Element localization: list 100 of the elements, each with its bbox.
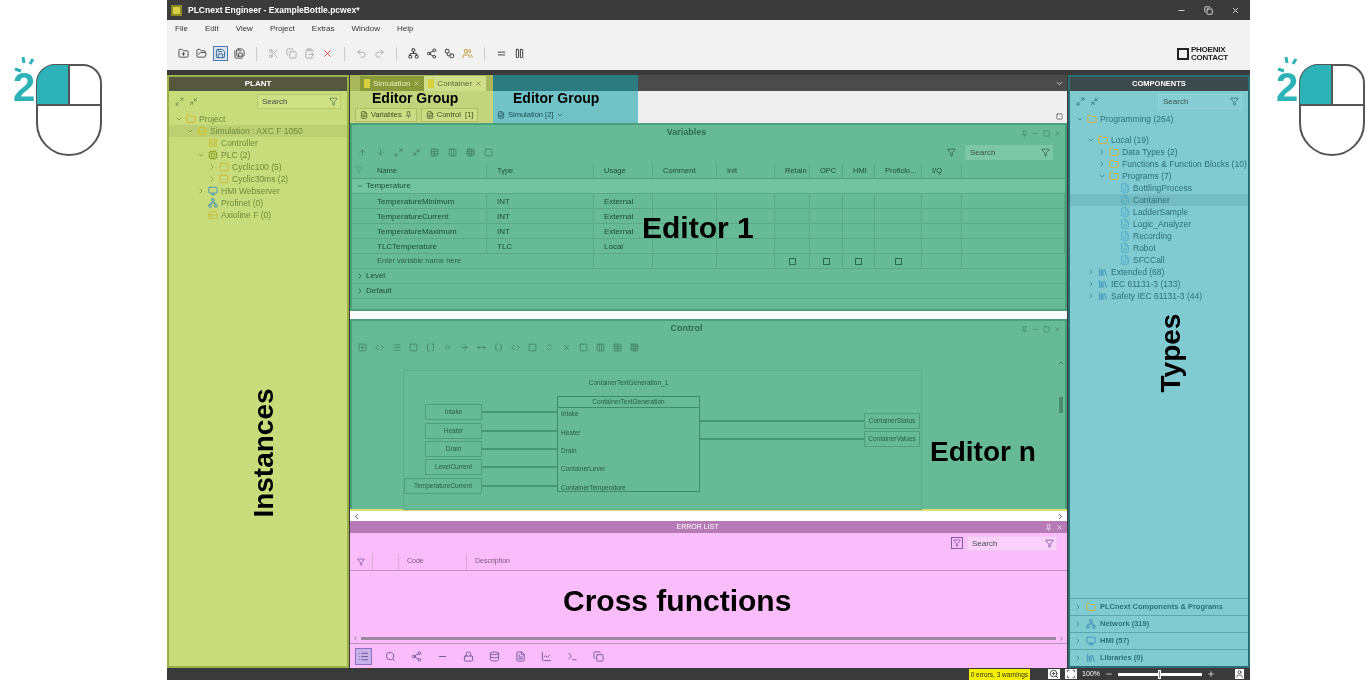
save-all-button[interactable]	[233, 47, 246, 60]
menu-item[interactable]: View	[235, 22, 253, 35]
arrow-down-icon[interactable]	[376, 147, 385, 157]
collapse-icon[interactable]	[412, 147, 421, 157]
menu-item[interactable]: Edit	[204, 22, 219, 35]
list-button[interactable]	[355, 647, 372, 665]
chevron-right-icon[interactable]	[1087, 268, 1095, 276]
copy-button[interactable]	[591, 648, 606, 664]
chevron-right-icon[interactable]	[1056, 511, 1065, 521]
tree-item[interactable]: Axioline F (0)	[169, 209, 347, 221]
group-row[interactable]: Level	[352, 269, 1065, 284]
code-icon[interactable]	[511, 342, 520, 352]
columns-icon[interactable]	[448, 147, 457, 157]
chevron-right-icon[interactable]	[356, 287, 364, 295]
menu-item[interactable]: File	[175, 22, 188, 35]
menu-item[interactable]: Extras	[311, 22, 335, 35]
network-button[interactable]	[407, 47, 420, 60]
tree-item[interactable]: Logic_Analyzer	[1070, 218, 1248, 230]
folder-open-button[interactable]	[195, 47, 208, 60]
filter-icon[interactable]	[1045, 538, 1054, 548]
filter-icon[interactable]	[1230, 96, 1239, 106]
tree-item[interactable]: Container	[1070, 194, 1248, 206]
lock-button[interactable]	[461, 648, 476, 664]
tree-item[interactable]: Recording	[1070, 230, 1248, 242]
grid-icon[interactable]	[630, 342, 639, 352]
tree-item[interactable]: Local (19)	[1070, 134, 1248, 146]
search-field[interactable]: Search	[965, 144, 1053, 160]
chevron-right-icon[interactable]	[1087, 292, 1095, 300]
folder-plus-button[interactable]	[177, 47, 190, 60]
cut-button[interactable]	[267, 47, 280, 60]
chevron-down-icon[interactable]	[1055, 79, 1064, 88]
tree-item[interactable]: Safety IEC 61131-3 (44)	[1070, 290, 1248, 302]
table-icon[interactable]	[430, 147, 439, 157]
move-horizontal-icon[interactable]	[477, 342, 486, 352]
tree-item[interactable]: Controller	[169, 137, 347, 149]
tree-item[interactable]: Project	[169, 113, 347, 125]
group-row[interactable]: Default	[352, 284, 1065, 299]
chevron-up-icon[interactable]	[1057, 359, 1065, 367]
editor-tab[interactable]: Container	[424, 76, 487, 91]
menu-item[interactable]: Help	[396, 22, 414, 35]
copy-button[interactable]	[285, 47, 298, 60]
workflow-button[interactable]	[443, 47, 456, 60]
tree-item[interactable]: Functions & Function Blocks (10)	[1070, 158, 1248, 170]
filter-icon[interactable]	[357, 557, 365, 566]
square-icon[interactable]	[484, 147, 493, 157]
collapse-icon[interactable]	[189, 96, 198, 106]
arrow-up-icon[interactable]	[358, 147, 367, 157]
menu-item[interactable]: Project	[269, 22, 295, 35]
expand-icon[interactable]	[175, 96, 184, 106]
share-button[interactable]	[425, 47, 438, 60]
maximize-icon[interactable]	[1056, 113, 1063, 120]
filter-icon[interactable]	[329, 96, 338, 106]
pin-icon[interactable]	[1045, 523, 1052, 531]
chevron-right-icon[interactable]	[1087, 280, 1095, 288]
checkbox[interactable]	[788, 257, 796, 265]
tree-item[interactable]: BottlingProcess	[1070, 182, 1248, 194]
chevron-right-icon[interactable]	[1098, 160, 1106, 168]
filter-icon[interactable]	[1041, 147, 1050, 157]
user-icon[interactable]	[1235, 669, 1244, 679]
chevron-left-icon[interactable]	[352, 511, 361, 521]
filter-icon[interactable]	[951, 537, 963, 549]
pin-icon[interactable]	[1021, 325, 1028, 333]
tree-item[interactable]: HMI Webserver	[169, 185, 347, 197]
delete-button[interactable]	[321, 47, 334, 60]
pause-button[interactable]	[513, 47, 526, 60]
tree-item[interactable]: SFCCall	[1070, 254, 1248, 266]
checkbox[interactable]	[855, 257, 862, 265]
chevron-down-icon[interactable]	[1087, 136, 1095, 144]
search-field[interactable]: Search	[1158, 93, 1242, 109]
filter-icon[interactable]	[947, 147, 956, 157]
zoom-slider[interactable]	[1118, 672, 1202, 676]
list-icon[interactable]	[392, 342, 401, 352]
chevron-right-icon[interactable]	[356, 272, 364, 280]
square-icon[interactable]	[579, 342, 588, 352]
chevron-down-icon[interactable]	[1098, 172, 1106, 180]
restore-icon[interactable]	[1204, 5, 1213, 15]
maximize-icon[interactable]	[1043, 325, 1050, 333]
tree-item[interactable]: LadderSample	[1070, 206, 1248, 218]
columns-icon[interactable]	[596, 342, 605, 352]
tree-item[interactable]: Programming (264)	[1070, 113, 1248, 125]
close-icon[interactable]	[1231, 5, 1240, 15]
users-button[interactable]	[461, 47, 474, 60]
save-button[interactable]	[213, 46, 228, 61]
tree-item[interactable]: Data Types (2)	[1070, 146, 1248, 158]
table-icon[interactable]	[613, 342, 622, 352]
redo-button[interactable]	[373, 47, 386, 60]
minus-icon[interactable]	[1105, 670, 1113, 678]
search-field[interactable]: Search	[967, 535, 1057, 551]
tree-item[interactable]: Programs (7)	[1070, 170, 1248, 182]
tree-item[interactable]: Cyclic30ms (2)	[169, 173, 347, 185]
maximize-icon[interactable]	[1043, 129, 1050, 137]
document-button[interactable]	[513, 648, 528, 664]
square-icon[interactable]	[528, 342, 537, 352]
database-button[interactable]	[487, 648, 502, 664]
checkbox[interactable]	[894, 257, 902, 265]
fit-icon[interactable]	[1065, 669, 1078, 679]
zoom-icon[interactable]	[1048, 669, 1061, 679]
slider-thumb[interactable]	[1158, 669, 1161, 679]
undo-button[interactable]	[355, 47, 368, 60]
tree-item[interactable]: Cyclic100 (5)	[169, 161, 347, 173]
